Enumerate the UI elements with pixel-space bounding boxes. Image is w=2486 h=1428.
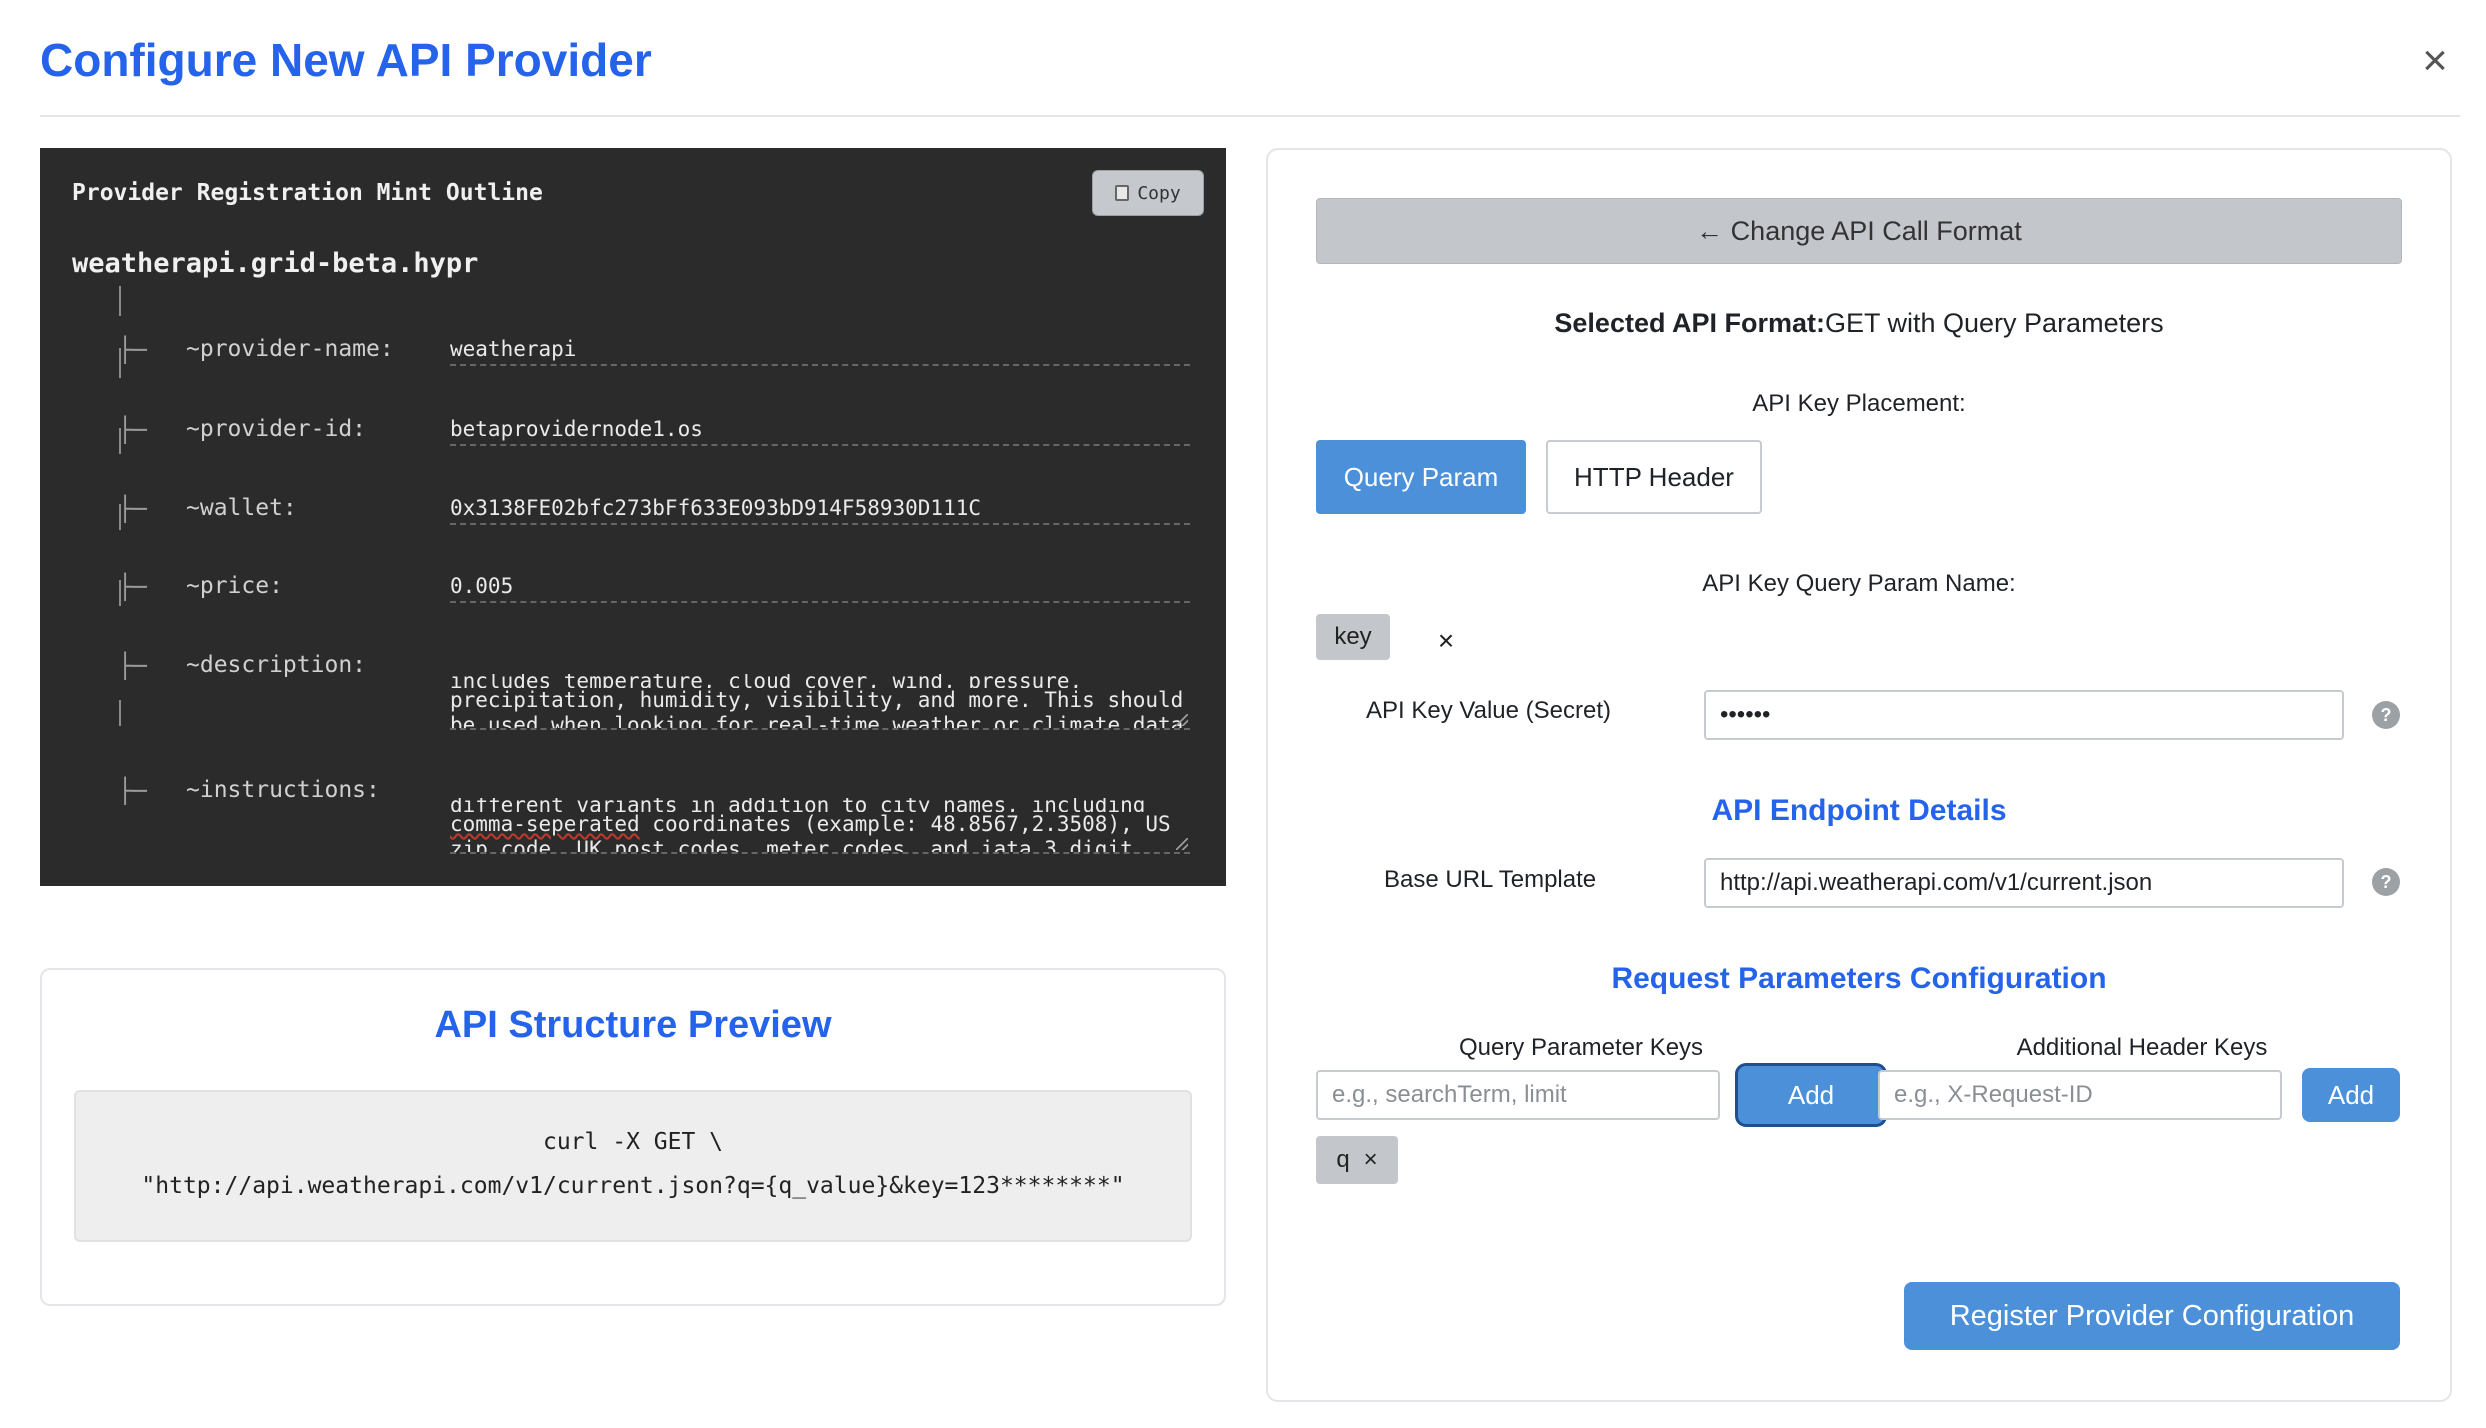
provider-domain: weatherapi.grid-beta.hypr	[72, 248, 479, 279]
header-keys-input[interactable]: e.g., X-Request-ID	[1878, 1070, 2282, 1120]
change-api-format-button[interactable]: ← Change API Call Format	[1316, 198, 2402, 264]
request-params-title: Request Parameters Configuration	[1611, 962, 2107, 995]
clipboard-icon	[1115, 185, 1130, 201]
http-header-toggle[interactable]: HTTP Header	[1546, 440, 1762, 514]
field-value-provider-id[interactable]: betaprovidernode1.os	[450, 414, 1190, 446]
instructions-scrolled-line: different variants in addition to city n…	[450, 798, 1146, 812]
help-icon[interactable]: ?	[2372, 868, 2400, 896]
curl-preview-code: curl -X GET \ "http://api.weatherapi.com…	[74, 1090, 1192, 1242]
help-icon[interactable]: ?	[2372, 701, 2400, 729]
tree-branch: ├─	[118, 777, 147, 805]
field-key-wallet: ~wallet:	[186, 495, 297, 521]
copy-button[interactable]: Copy	[1092, 170, 1204, 216]
query-keys-label: Query Parameter Keys	[1458, 1034, 1704, 1061]
add-query-key-button[interactable]: Add	[1738, 1066, 1884, 1124]
field-value-wallet[interactable]: 0x3138FE02bfc273bFf633E093bD914F58930D11…	[450, 493, 1190, 525]
resize-handle-icon[interactable]	[1176, 838, 1188, 850]
field-key-instructions: ~instructions:	[186, 777, 380, 803]
field-key-provider-id: ~provider-id:	[186, 416, 367, 442]
tree-line	[119, 286, 121, 316]
query-key-chip-label: q	[1336, 1146, 1350, 1173]
modal-title: Configure New API Provider	[40, 34, 652, 86]
resize-handle-icon[interactable]	[1176, 714, 1188, 726]
curl-line-2: "http://api.weatherapi.com/v1/current.js…	[141, 1173, 1125, 1199]
misspelled-word: comma-seperated	[450, 812, 640, 836]
query-param-name-chip: key	[1316, 614, 1390, 660]
outline-title: Provider Registration Mint Outline	[72, 180, 543, 206]
base-url-input[interactable]: http://api.weatherapi.com/v1/current.jso…	[1704, 858, 2344, 908]
close-icon[interactable]: ×	[2410, 36, 2460, 86]
query-keys-input[interactable]: e.g., searchTerm, limit	[1316, 1070, 1720, 1120]
field-value-price[interactable]: 0.005	[450, 571, 1190, 603]
query-param-toggle[interactable]: Query Param	[1316, 440, 1526, 514]
field-key-provider-name: ~provider-name:	[186, 336, 394, 362]
tree-branch: ├─	[118, 336, 147, 364]
remove-chip-icon[interactable]: ×	[1364, 1146, 1378, 1174]
field-value-provider-name[interactable]: weatherapi	[450, 334, 1190, 366]
preview-title: API Structure Preview	[434, 1004, 832, 1046]
field-key-description: ~description:	[186, 652, 367, 678]
tree-branch: ├─	[118, 495, 147, 523]
curl-line-1: curl -X GET \	[542, 1129, 723, 1155]
base-url-label: Base URL Template	[1384, 866, 1597, 893]
header-divider	[40, 115, 2460, 117]
copy-label: Copy	[1137, 182, 1181, 204]
tree-branch: ├─	[118, 652, 147, 680]
header-keys-label: Additional Header Keys	[2016, 1034, 2268, 1061]
selected-format-label: Selected API Format:	[1554, 308, 1825, 338]
description-scrolled-line: includes temperature, cloud cover, wind,…	[450, 674, 1083, 688]
query-key-chip: q ×	[1316, 1136, 1398, 1184]
selected-format-line: Selected API Format:GET with Query Param…	[1266, 308, 2452, 339]
tree-line	[119, 700, 121, 726]
query-param-name-label: API Key Query Param Name:	[1702, 570, 2016, 597]
tree-branch: ├─	[118, 416, 147, 444]
field-key-price: ~price:	[186, 573, 283, 599]
add-header-key-button[interactable]: Add	[2302, 1068, 2400, 1122]
selected-format-value: GET with Query Parameters	[1824, 308, 2164, 338]
remove-chip-icon[interactable]: ×	[1432, 624, 1460, 658]
key-placement-label: API Key Placement:	[1752, 390, 1966, 417]
tree-branch: ├─	[118, 573, 147, 601]
description-text: precipitation, humidity, visibility, and…	[450, 688, 1184, 730]
api-key-value-label: API Key Value (Secret)	[1366, 697, 1611, 724]
endpoint-section-title: API Endpoint Details	[1711, 794, 2007, 827]
field-value-instructions[interactable]: different variants in addition to city n…	[450, 758, 1190, 854]
api-key-value-input[interactable]: ••••••	[1704, 690, 2344, 740]
field-value-description[interactable]: includes temperature, cloud cover, wind,…	[450, 634, 1190, 730]
register-provider-button[interactable]: Register Provider Configuration	[1904, 1282, 2400, 1350]
